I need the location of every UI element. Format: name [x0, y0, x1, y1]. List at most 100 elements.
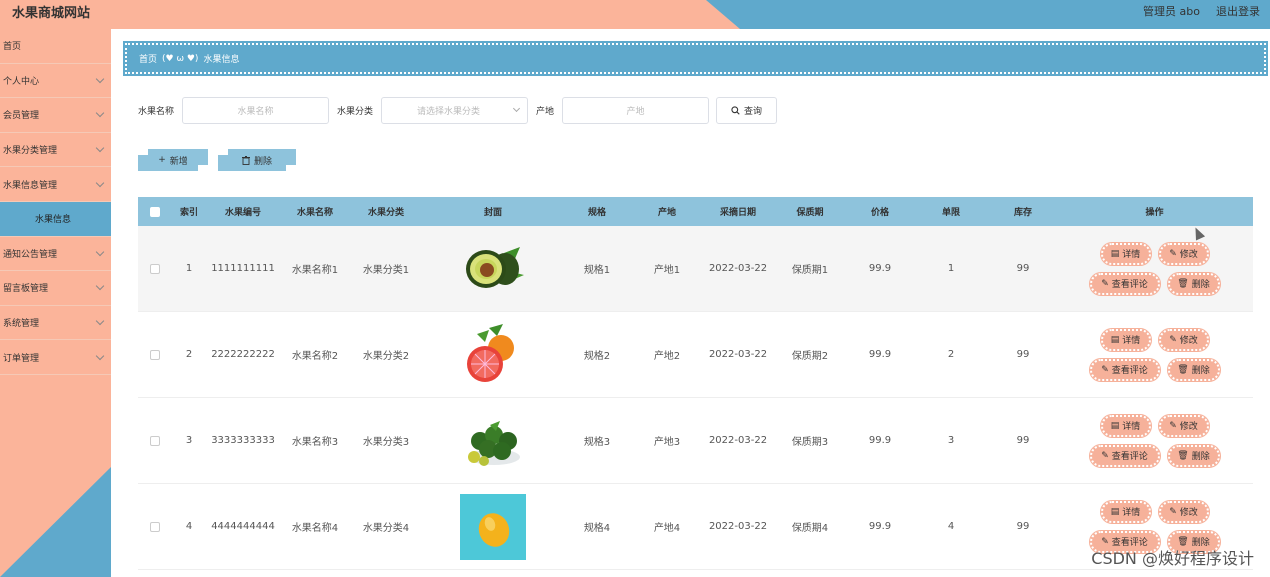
cell-pick-date: 2022-03-22 — [708, 349, 768, 360]
pencil-icon: ✎ — [1101, 278, 1109, 289]
edit-button[interactable]: ✎ 修改 — [1157, 499, 1210, 524]
cell-spec: 规格4 — [583, 523, 611, 534]
cell-stock: 99 — [1016, 521, 1030, 532]
chevron-down-icon — [95, 316, 105, 326]
query-button[interactable]: 查询 — [716, 96, 778, 124]
sidebar-decoration — [0, 467, 111, 577]
cell-price: 99.9 — [868, 521, 892, 532]
pencil-icon: ✎ — [1101, 364, 1109, 375]
chevron-down-icon — [95, 282, 105, 291]
sidebar-item-fruit-info-management[interactable]: 水果信息管理 — [0, 167, 111, 202]
cell-name: 水果名称3 — [291, 437, 339, 448]
chevron-down-icon — [95, 178, 105, 187]
fruit-category-label: 水果分类 — [337, 106, 374, 117]
detail-button[interactable]: ▤ 详情 — [1099, 327, 1152, 352]
chevron-down-icon — [95, 143, 105, 153]
select-all-checkbox[interactable] — [150, 206, 160, 217]
cell-code: 2222222222 — [211, 349, 275, 360]
batch-delete-button[interactable]: 删除 — [218, 149, 296, 171]
sidebar-item-system-management[interactable]: 系统管理 — [0, 306, 111, 341]
breadcrumb: 首页 (♥ ω ♥) 水果信息 — [123, 41, 1268, 76]
cell-index: 4 — [185, 521, 193, 532]
cell-category: 水果分类2 — [362, 351, 410, 362]
search-bar: 水果名称 水果名称 水果分类 请选择水果分类 产地 产地 查询 — [138, 96, 778, 124]
edit-button[interactable]: ✎ 修改 — [1157, 413, 1210, 438]
row-checkbox[interactable] — [150, 349, 160, 360]
row-checkbox[interactable] — [150, 435, 160, 446]
sidebar-item-personal-center[interactable]: 个人中心 — [0, 64, 111, 99]
cell-spec: 规格2 — [583, 351, 611, 362]
sidebar-subitem-fruit-info[interactable]: 水果信息 — [0, 201, 111, 237]
breadcrumb-home[interactable]: 首页 — [139, 52, 157, 65]
cell-limit: 3 — [947, 435, 955, 446]
header-stock: 库存 — [1013, 208, 1032, 218]
trash-icon: 🗑 — [1177, 278, 1189, 289]
delete-button[interactable]: 🗑 删除 — [1166, 357, 1221, 382]
header-ops: 操作 — [1145, 208, 1164, 218]
cell-origin: 产地2 — [653, 351, 681, 362]
cell-limit: 1 — [947, 263, 955, 274]
breadcrumb-current: 水果信息 — [203, 55, 240, 65]
fruit-name-input[interactable]: 水果名称 — [182, 96, 330, 124]
sidebar: 首页 个人中心 会员管理 水果分类管理 水果信息管理 水果信息 通知公告管理 留… — [0, 29, 111, 577]
header-limit: 单限 — [941, 208, 960, 218]
cell-name: 水果名称2 — [291, 351, 339, 362]
table-header: 索引 水果编号 水果名称 水果分类 封面 规格 产地 采摘日期 保质期 价格 单… — [138, 197, 1253, 226]
header-category: 水果分类 — [367, 208, 404, 218]
row-actions: ▤ 详情 ✎ 修改 ✎ 查看评论 🗑 删除 — [1056, 241, 1253, 296]
row-checkbox[interactable] — [150, 263, 160, 274]
fruit-category-select[interactable]: 请选择水果分类 — [381, 96, 529, 124]
cell-shelf-life: 保质期4 — [791, 523, 829, 534]
sidebar-item-notice-management[interactable]: 通知公告管理 — [0, 237, 111, 272]
cell-name: 水果名称4 — [291, 523, 339, 534]
cell-shelf-life: 保质期3 — [791, 437, 829, 448]
heart-separator-icon: (♥ ω ♥) — [162, 53, 199, 64]
header-index: 索引 — [179, 208, 198, 218]
chevron-down-icon — [95, 109, 105, 118]
table-row: 2 2222222222 水果名称2 水果分类2 规格2 产地2 2022-03… — [138, 312, 1253, 398]
sidebar-item-message-board-management[interactable]: 留言板管理 — [0, 271, 111, 306]
delete-button[interactable]: 🗑 删除 — [1166, 271, 1221, 296]
edit-button[interactable]: ✎ 修改 — [1157, 241, 1210, 266]
cell-origin: 产地1 — [653, 265, 681, 276]
logout-link[interactable]: 退出登录 — [1216, 3, 1260, 19]
view-comments-button[interactable]: ✎ 查看评论 — [1088, 443, 1161, 468]
cell-limit: 4 — [947, 521, 955, 532]
cell-category: 水果分类1 — [362, 265, 410, 276]
cell-price: 99.9 — [868, 435, 892, 446]
header-name: 水果名称 — [296, 208, 333, 218]
cell-shelf-life: 保质期1 — [791, 265, 829, 276]
chevron-down-icon — [512, 104, 521, 113]
add-button[interactable]: + 新增 — [138, 149, 208, 171]
cell-pick-date: 2022-03-22 — [708, 263, 768, 274]
header-origin: 产地 — [657, 208, 676, 218]
header-shelf-life: 保质期 — [796, 208, 824, 218]
header-salmon-band — [0, 0, 740, 29]
view-comments-button[interactable]: ✎ 查看评论 — [1088, 357, 1161, 382]
pencil-icon: ✎ — [1169, 248, 1177, 259]
plus-icon: + — [158, 155, 166, 165]
cell-category: 水果分类3 — [362, 437, 410, 448]
cell-name: 水果名称1 — [291, 265, 339, 276]
csdn-watermark: CSDN @焕好程序设计 — [1091, 549, 1254, 568]
sidebar-item-home[interactable]: 首页 — [0, 29, 111, 64]
fruit-name-label: 水果名称 — [138, 106, 175, 117]
cell-code: 1111111111 — [211, 263, 275, 274]
row-checkbox[interactable] — [150, 521, 160, 532]
sidebar-item-member-management[interactable]: 会员管理 — [0, 98, 111, 133]
row-actions: ▤ 详情 ✎ 修改 ✎ 查看评论 🗑 删除 — [1056, 327, 1253, 382]
sidebar-item-order-management[interactable]: 订单管理 — [0, 340, 111, 375]
sidebar-item-fruit-category-management[interactable]: 水果分类管理 — [0, 133, 111, 168]
detail-button[interactable]: ▤ 详情 — [1099, 413, 1152, 438]
cell-pick-date: 2022-03-22 — [708, 521, 768, 532]
cell-price: 99.9 — [868, 349, 892, 360]
view-comments-button[interactable]: ✎ 查看评论 — [1088, 271, 1161, 296]
detail-button[interactable]: ▤ 详情 — [1099, 499, 1152, 524]
cell-spec: 规格3 — [583, 437, 611, 448]
edit-button[interactable]: ✎ 修改 — [1157, 327, 1210, 352]
cell-code: 3333333333 — [211, 435, 275, 446]
detail-button[interactable]: ▤ 详情 — [1099, 241, 1152, 266]
origin-input[interactable]: 产地 — [562, 96, 710, 124]
delete-button[interactable]: 🗑 删除 — [1166, 443, 1221, 468]
cell-stock: 99 — [1016, 263, 1030, 274]
